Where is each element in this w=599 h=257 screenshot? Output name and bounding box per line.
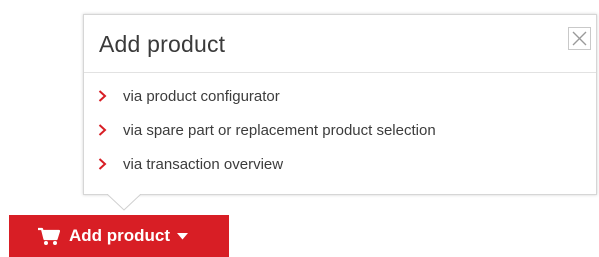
add-product-button-label: Add product xyxy=(69,226,171,245)
close-button[interactable] xyxy=(568,27,591,50)
chevron-right-icon xyxy=(98,158,107,170)
chevron-right-icon xyxy=(98,124,107,136)
option-label: via spare part or replacement product se… xyxy=(123,121,436,139)
caret-down-icon xyxy=(177,232,189,240)
popover-divider xyxy=(84,72,596,73)
add-product-options: via product configurator via spare part … xyxy=(98,79,436,181)
chevron-right-icon xyxy=(98,90,107,102)
option-transaction-overview[interactable]: via transaction overview xyxy=(98,147,436,181)
popover-title: Add product xyxy=(99,31,226,57)
close-icon xyxy=(572,31,587,46)
option-product-configurator[interactable]: via product configurator xyxy=(98,79,436,113)
option-label: via product configurator xyxy=(123,87,280,105)
add-product-button[interactable]: Add product xyxy=(9,215,229,257)
popover-pointer xyxy=(107,194,141,211)
option-spare-part-selection[interactable]: via spare part or replacement product se… xyxy=(98,113,436,147)
add-product-widget: Add product via product configurator via… xyxy=(0,0,599,257)
cart-icon xyxy=(38,227,60,246)
add-product-popover: Add product via product configurator via… xyxy=(83,14,597,195)
option-label: via transaction overview xyxy=(123,155,284,173)
